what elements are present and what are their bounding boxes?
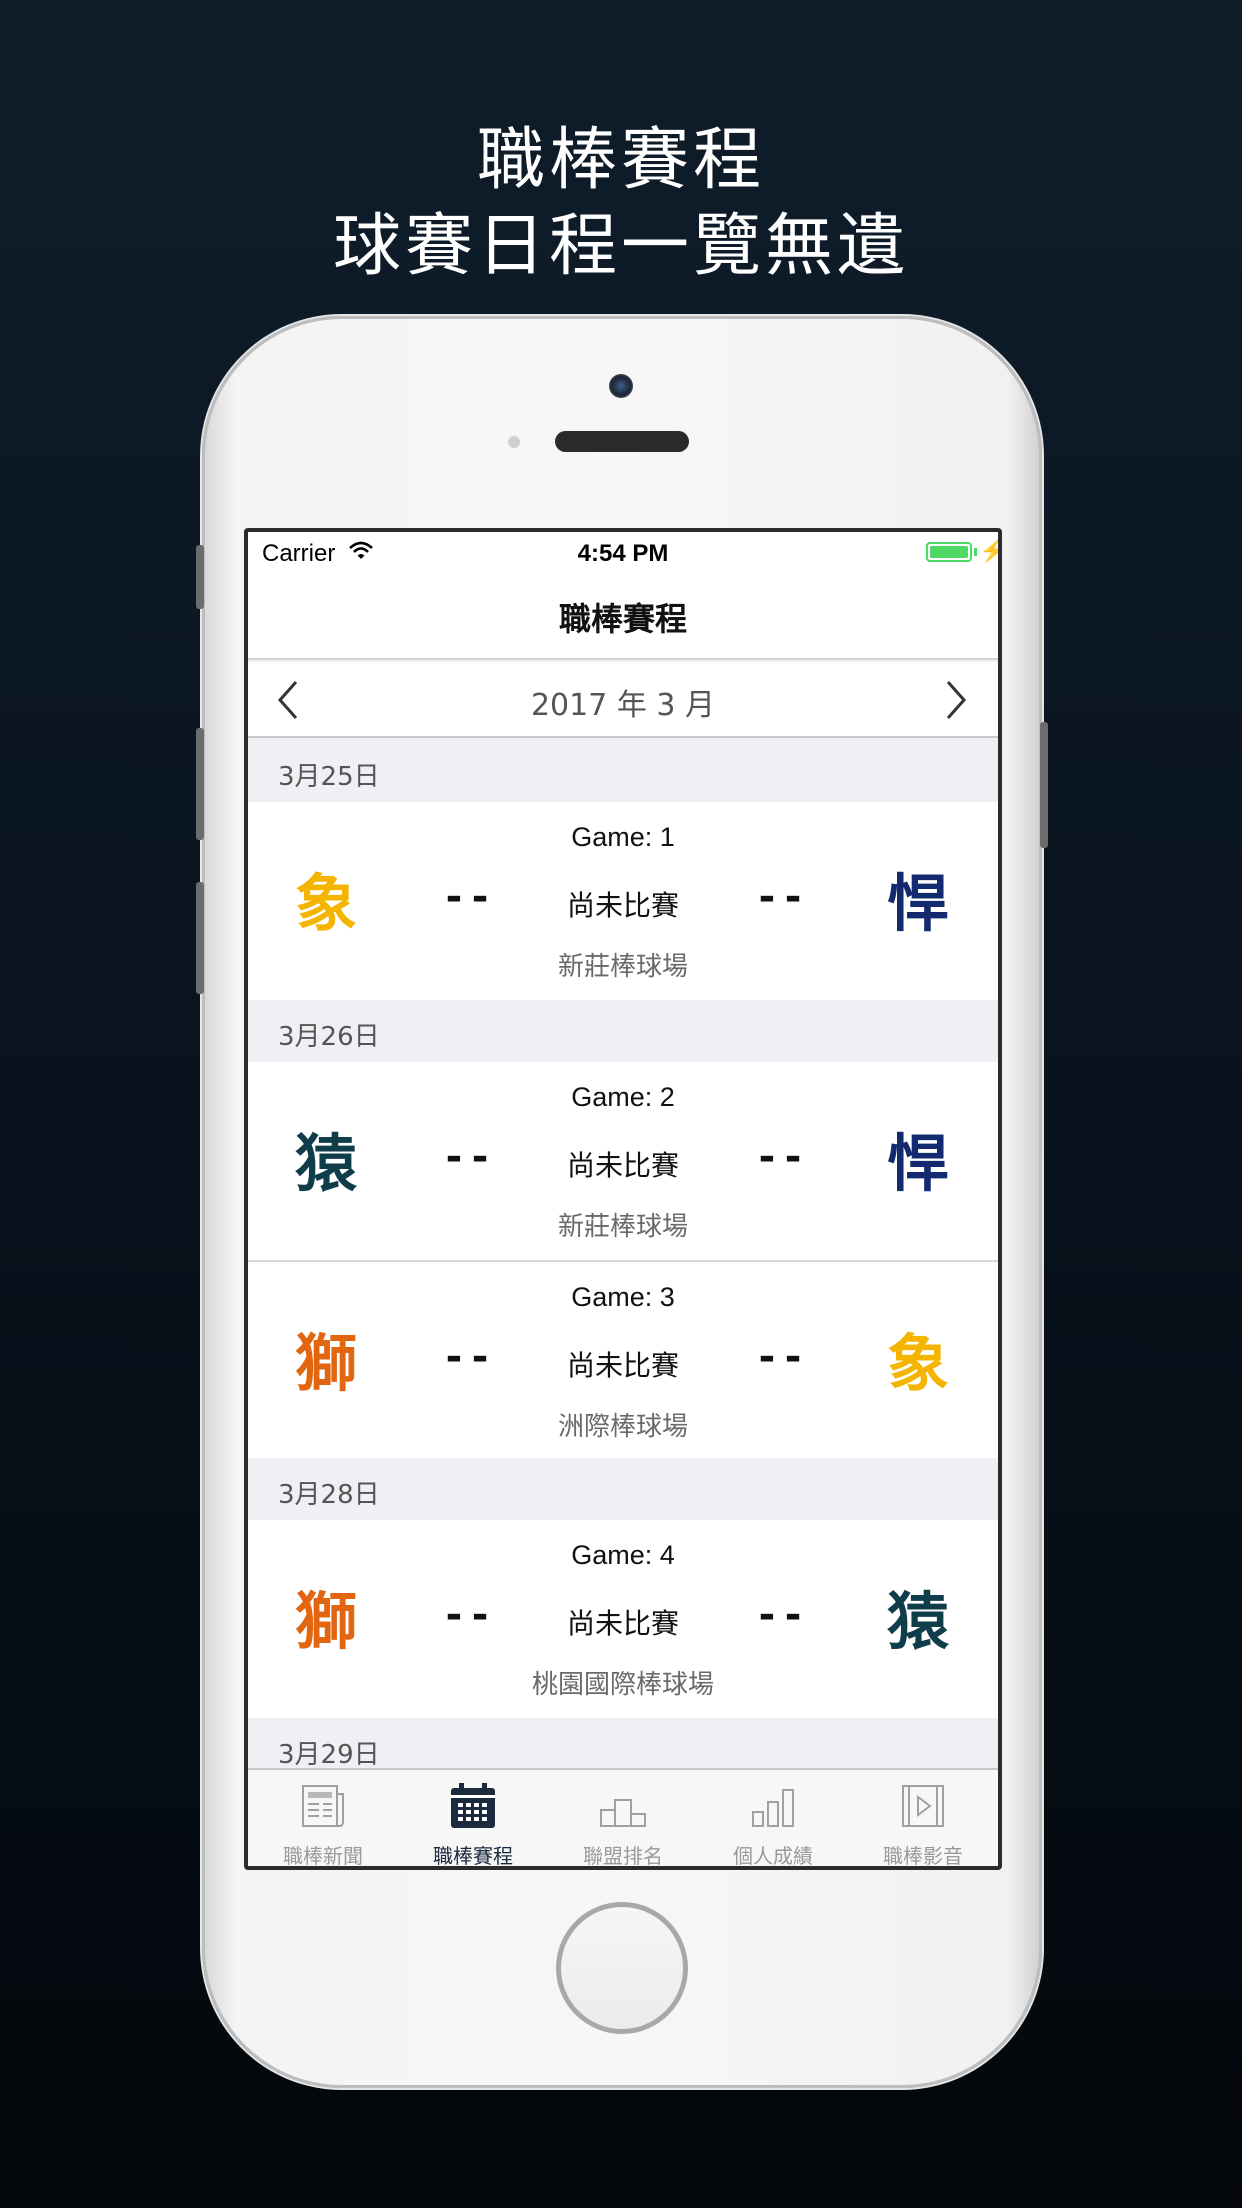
tab-video[interactable]: 職棒影音 — [848, 1770, 998, 1866]
earpiece-speaker — [555, 431, 689, 452]
volume-down-button — [196, 882, 204, 994]
month-selector: 2017 年 3 月 — [248, 662, 998, 738]
page-title: 職棒賽程 — [558, 600, 687, 638]
away-team-logo: 象 — [886, 1327, 949, 1400]
app-screen: Carrier 4:54 PM ⚡ 職棒賽程 2017 年 3 月 3月25日 … — [248, 532, 998, 1866]
tab-standings[interactable]: 聯盟排名 — [548, 1770, 698, 1866]
newspaper-icon — [297, 1780, 349, 1832]
volume-up-button — [196, 728, 204, 840]
proximity-sensor — [508, 436, 520, 448]
game-number: Game: 3 — [571, 1282, 675, 1312]
battery-icon — [926, 542, 972, 562]
month-label: 2017 年 3 月 — [530, 688, 716, 723]
bar-chart-icon — [747, 1780, 799, 1832]
away-score: -- — [754, 1592, 808, 1638]
phone-screen: Carrier 4:54 PM ⚡ 職棒賽程 2017 年 3 月 3月25日 … — [244, 528, 1002, 1870]
chevron-right-icon[interactable] — [934, 678, 974, 722]
tab-label: 職棒賽程 — [433, 1844, 513, 1866]
away-score: -- — [754, 1334, 808, 1380]
tab-label: 職棒新聞 — [283, 1844, 363, 1866]
tab-label: 職棒影音 — [883, 1844, 963, 1866]
status-bar: Carrier 4:54 PM ⚡ — [248, 532, 998, 572]
game-number: Game: 1 — [571, 822, 675, 852]
status-time: 4:54 PM — [577, 540, 669, 567]
tab-schedule[interactable]: 職棒賽程 — [398, 1770, 548, 1866]
navigation-bar: 職棒賽程 — [248, 572, 998, 660]
game-venue: 新莊棒球場 — [557, 1212, 688, 1242]
game-number: Game: 2 — [571, 1082, 675, 1112]
away-team-logo: 悍 — [886, 867, 949, 940]
promo-title-line2: 球賽日程一覽無遺 — [332, 207, 909, 286]
away-team-logo: 猿 — [886, 1585, 949, 1658]
game-row[interactable]: Game: 3 獅 -- 尚未比賽 -- 象 洲際棒球場 — [248, 1260, 998, 1458]
game-row[interactable]: Game: 2 猿 -- 尚未比賽 -- 悍 新莊棒球場 — [248, 1062, 998, 1260]
promo-title-line1: 職棒賽程 — [476, 121, 765, 200]
power-button — [1040, 722, 1048, 848]
game-row[interactable]: Game: 4 獅 -- 尚未比賽 -- 猿 桃園國際棒球場 — [248, 1520, 998, 1718]
away-score: -- — [754, 874, 808, 920]
date-header: 3月25日 — [248, 740, 998, 802]
front-camera — [609, 374, 633, 398]
away-team-logo: 悍 — [886, 1127, 949, 1200]
schedule-list[interactable]: 3月25日 Game: 1 象 -- 尚未比賽 -- 悍 新莊棒球場 3月26日… — [248, 740, 998, 1780]
tab-label: 聯盟排名 — [583, 1844, 663, 1866]
game-venue: 桃園國際棒球場 — [531, 1670, 714, 1700]
date-header: 3月26日 — [248, 1000, 998, 1062]
game-row[interactable]: Game: 1 象 -- 尚未比賽 -- 悍 新莊棒球場 — [248, 802, 998, 1000]
tab-label: 個人成績 — [733, 1844, 813, 1866]
promo-headline: 職棒賽程 球賽日程一覽無遺 — [0, 118, 1242, 290]
video-icon — [897, 1780, 949, 1832]
tab-bar: 職棒新聞 職棒賽程 聯盟排名 個人成績 職棒影音 — [248, 1768, 998, 1866]
game-venue: 洲際棒球場 — [557, 1412, 688, 1442]
home-button[interactable] — [556, 1902, 688, 2034]
charging-bolt-icon: ⚡ — [979, 538, 998, 563]
date-header: 3月28日 — [248, 1458, 998, 1520]
calendar-icon — [447, 1780, 499, 1832]
away-score: -- — [754, 1134, 808, 1180]
battery-tip — [974, 548, 977, 556]
mute-switch — [196, 545, 204, 609]
game-venue: 新莊棒球場 — [557, 952, 688, 982]
tab-news[interactable]: 職棒新聞 — [248, 1770, 398, 1866]
game-number: Game: 4 — [571, 1540, 675, 1570]
tab-stats[interactable]: 個人成績 — [698, 1770, 848, 1866]
podium-icon — [597, 1780, 649, 1832]
